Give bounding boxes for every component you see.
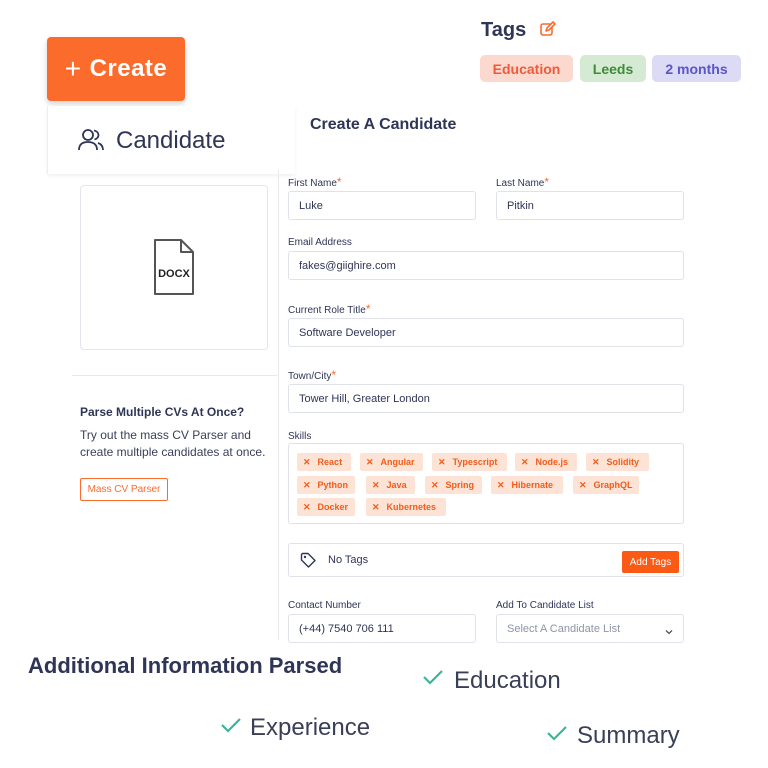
first-name-label: First Name* bbox=[288, 175, 342, 189]
remove-icon[interactable]: ✕ bbox=[521, 457, 529, 468]
no-tags-text: No Tags bbox=[328, 554, 369, 566]
feature-education: Education bbox=[454, 667, 561, 694]
candidate-list-label: Add To Candidate List bbox=[496, 600, 594, 611]
left-divider bbox=[72, 375, 277, 376]
remove-icon[interactable]: ✕ bbox=[303, 457, 311, 468]
town-label: Town/City* bbox=[288, 368, 337, 382]
role-input[interactable]: Software Developer bbox=[288, 318, 684, 347]
skill-chip[interactable]: ✕ React bbox=[297, 453, 351, 471]
create-button[interactable]: + Create bbox=[47, 37, 185, 101]
add-tags-button[interactable]: Add Tags bbox=[622, 551, 679, 573]
feature-summary: Summary bbox=[577, 722, 680, 749]
additional-info-title: Additional Information Parsed bbox=[28, 653, 343, 678]
remove-icon[interactable]: ✕ bbox=[303, 480, 311, 491]
mass-cv-parser-button[interactable]: Mass CV Parser bbox=[80, 478, 168, 501]
skill-chip[interactable]: ✕ Angular bbox=[360, 453, 423, 471]
remove-icon[interactable]: ✕ bbox=[372, 502, 380, 513]
check-icon bbox=[220, 716, 242, 739]
skill-chip[interactable]: ✕ GraphQL bbox=[573, 476, 639, 494]
form-title: Create A Candidate bbox=[310, 116, 457, 133]
panel-divider bbox=[278, 170, 279, 640]
tag-icon bbox=[300, 552, 316, 573]
email-label: Email Address bbox=[288, 237, 352, 248]
skill-chip[interactable]: ✕ Spring bbox=[425, 476, 482, 494]
email-input[interactable]: fakes@giighire.com bbox=[288, 251, 684, 280]
remove-icon[interactable]: ✕ bbox=[579, 480, 587, 491]
remove-icon[interactable]: ✕ bbox=[366, 457, 374, 468]
create-button-label: Create bbox=[89, 55, 168, 82]
tag-2-months[interactable]: 2 months bbox=[652, 55, 741, 82]
remove-icon[interactable]: ✕ bbox=[592, 457, 600, 468]
remove-icon[interactable]: ✕ bbox=[303, 502, 311, 513]
last-name-input[interactable]: Pitkin bbox=[496, 191, 684, 220]
docx-label: DOCX bbox=[158, 268, 190, 280]
first-name-input[interactable]: Luke bbox=[288, 191, 476, 220]
skill-chip[interactable]: ✕ Python bbox=[297, 476, 355, 494]
candidate-list-placeholder: Select A Candidate List bbox=[507, 622, 621, 635]
remove-icon[interactable]: ✕ bbox=[438, 457, 446, 468]
skill-chip[interactable]: ✕ Docker bbox=[297, 498, 355, 516]
parse-title: Parse Multiple CVs At Once? bbox=[80, 405, 245, 419]
check-icon bbox=[422, 668, 444, 691]
last-name-label: Last Name* bbox=[496, 175, 550, 189]
role-label: Current Role Title* bbox=[288, 302, 371, 316]
parse-description: Try out the mass CV Parser and create mu… bbox=[80, 428, 266, 459]
candidate-label: Candidate bbox=[116, 127, 226, 154]
remove-icon[interactable]: ✕ bbox=[431, 480, 439, 491]
candidate-list-select[interactable]: Select A Candidate List bbox=[496, 614, 684, 643]
tag-education[interactable]: Education bbox=[480, 55, 573, 82]
remove-icon[interactable]: ✕ bbox=[372, 480, 380, 491]
contact-input[interactable]: (+44) 7540 706 111 bbox=[288, 614, 476, 643]
plus-icon: + bbox=[64, 53, 82, 84]
feature-experience: Experience bbox=[250, 714, 371, 741]
tag-leeds[interactable]: Leeds bbox=[580, 55, 646, 82]
skill-chip[interactable]: ✕ Node.js bbox=[515, 453, 577, 471]
skill-chip[interactable]: ✕ Solidity bbox=[586, 453, 649, 471]
remove-icon[interactable]: ✕ bbox=[497, 480, 505, 491]
contact-label: Contact Number bbox=[288, 600, 361, 611]
users-icon bbox=[78, 128, 104, 157]
check-icon bbox=[546, 724, 568, 747]
skill-chip[interactable]: ✕ Kubernetes bbox=[366, 498, 446, 516]
chevron-down-icon[interactable] bbox=[664, 624, 674, 642]
skill-chip[interactable]: ✕ Typescript bbox=[432, 453, 507, 471]
tags-title: Tags bbox=[481, 19, 527, 41]
skill-chip[interactable]: ✕ Java bbox=[366, 476, 415, 494]
town-input[interactable]: Tower Hill, Greater London bbox=[288, 384, 684, 413]
skill-chip[interactable]: ✕ Hibernate bbox=[491, 476, 563, 494]
skills-label: Skills bbox=[288, 431, 312, 442]
edit-icon[interactable] bbox=[539, 20, 557, 43]
